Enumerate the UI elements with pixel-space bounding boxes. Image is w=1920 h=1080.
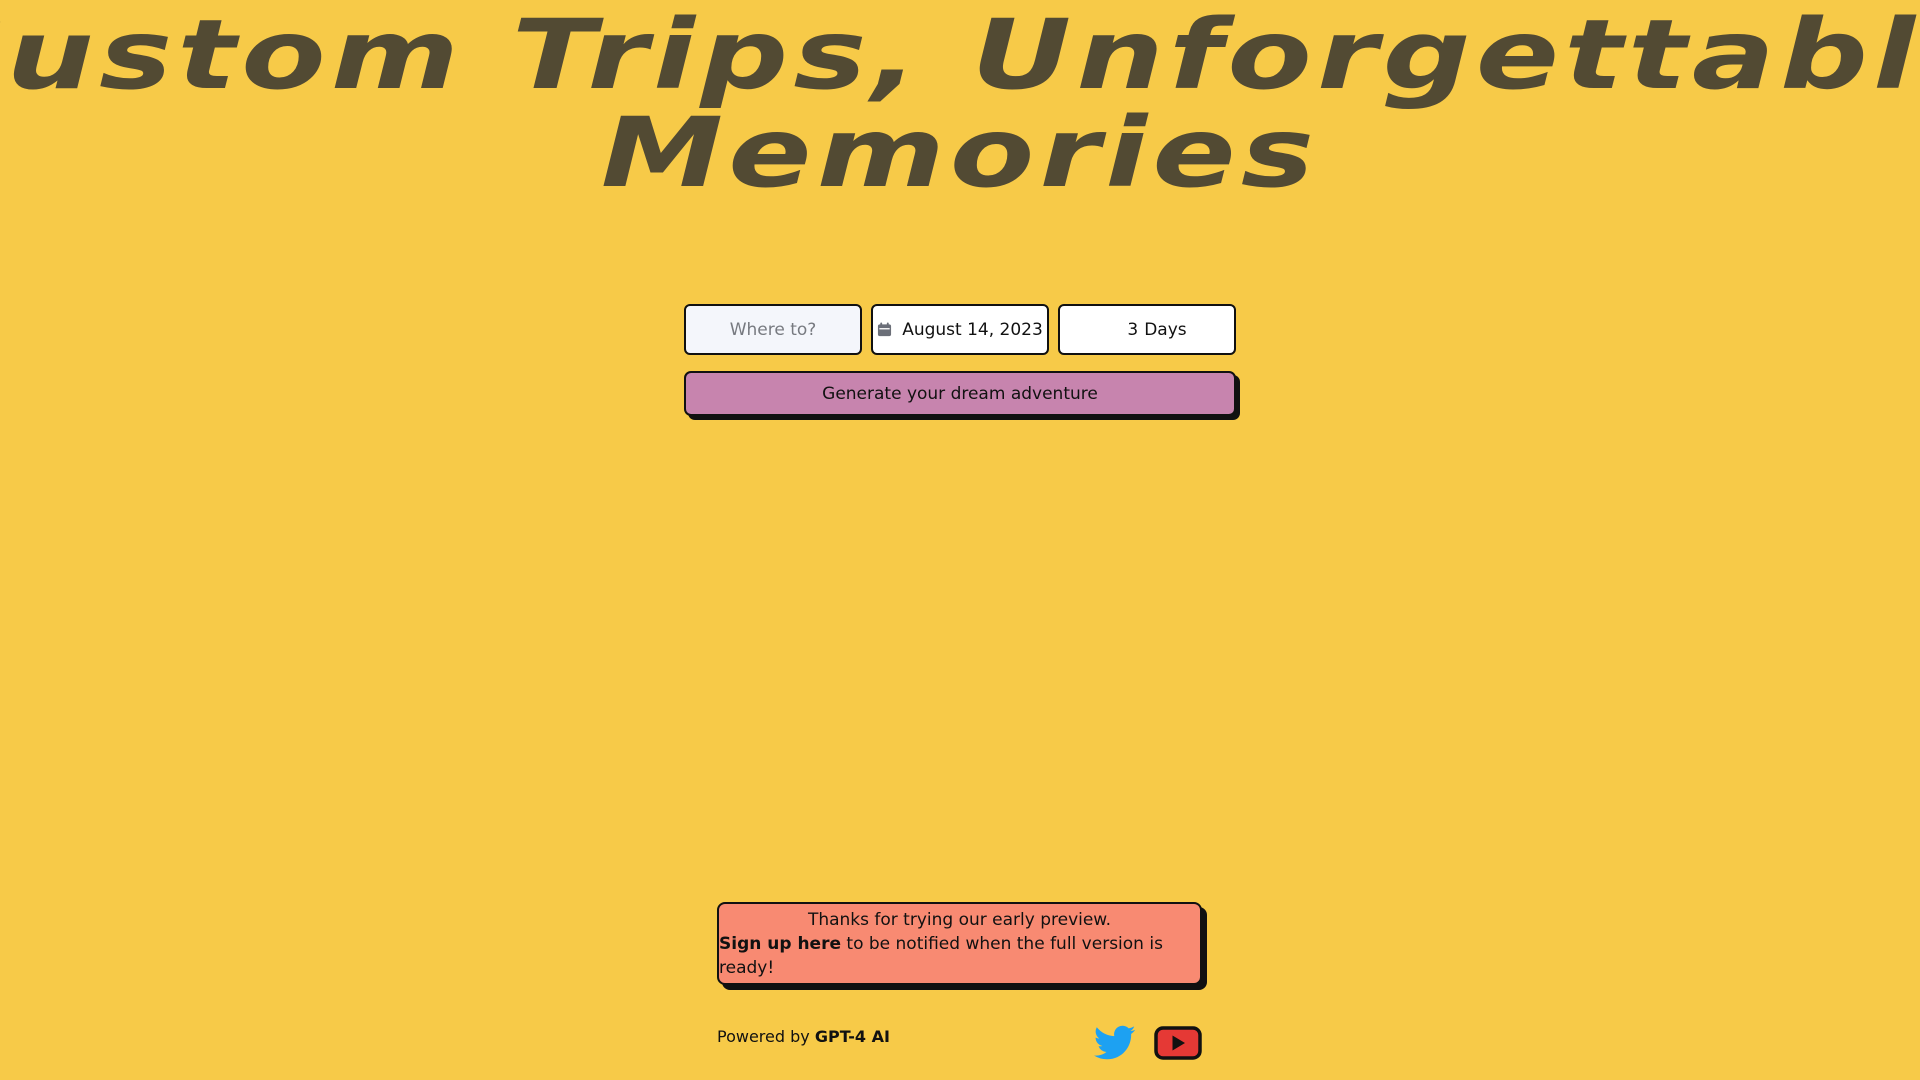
destination-input[interactable]: [696, 318, 850, 341]
powered-by: Powered by GPT-4 AI: [717, 1027, 890, 1046]
destination-field[interactable]: [684, 304, 862, 355]
hero-title-line-1: Custom Trips, Unforgettable: [0, 0, 1920, 111]
sign-up-link[interactable]: Sign up here: [719, 934, 841, 954]
date-value: August 14, 2023: [902, 319, 1043, 340]
powered-by-brand: GPT-4 AI: [814, 1027, 890, 1046]
youtube-link[interactable]: [1154, 1026, 1202, 1060]
date-picker[interactable]: August 14, 2023: [871, 304, 1049, 355]
powered-by-prefix: Powered by: [717, 1027, 815, 1046]
days-value: 3: [1127, 319, 1139, 340]
twitter-link[interactable]: [1094, 1025, 1136, 1061]
preview-banner-line-1: Thanks for trying our early preview.: [807, 909, 1112, 930]
days-unit: Days: [1144, 319, 1187, 340]
trip-form-row: August 14, 2023 3 Days: [684, 304, 1236, 355]
page: Custom Trips, Unforgettable Memories Aug…: [0, 0, 1920, 1080]
preview-banner-line-2: Sign up here to be notified when the ful…: [719, 932, 1200, 980]
generate-adventure-button[interactable]: Generate your dream adventure: [684, 371, 1236, 416]
days-field[interactable]: 3 Days: [1058, 304, 1236, 355]
trip-form: August 14, 2023 3 Days Generate your dre…: [684, 304, 1236, 416]
generate-adventure-label: Generate your dream adventure: [822, 383, 1098, 404]
calendar-icon: [878, 322, 892, 337]
hero-title-line-2: Memories: [600, 97, 1320, 209]
twitter-icon: [1094, 1025, 1136, 1060]
hero-title: Custom Trips, Unforgettable Memories: [0, 6, 1920, 202]
preview-banner: Thanks for trying our early preview. Sig…: [717, 902, 1202, 985]
youtube-icon: [1154, 1026, 1202, 1060]
